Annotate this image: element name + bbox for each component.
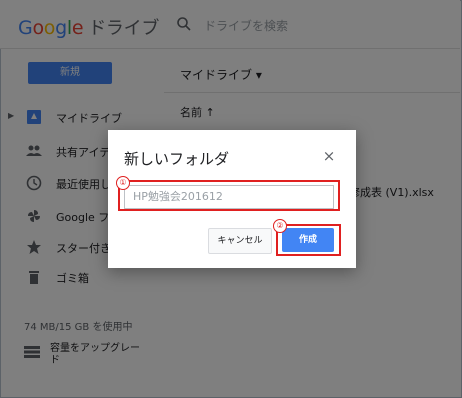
dialog-title: 新しいフォルダ [124, 150, 230, 168]
annotation-number: ① [116, 176, 130, 190]
close-icon[interactable]: × [320, 147, 338, 165]
annotation-highlight [118, 180, 340, 211]
cancel-button[interactable]: キャンセル [208, 228, 272, 254]
annotation-number: ② [273, 219, 287, 233]
